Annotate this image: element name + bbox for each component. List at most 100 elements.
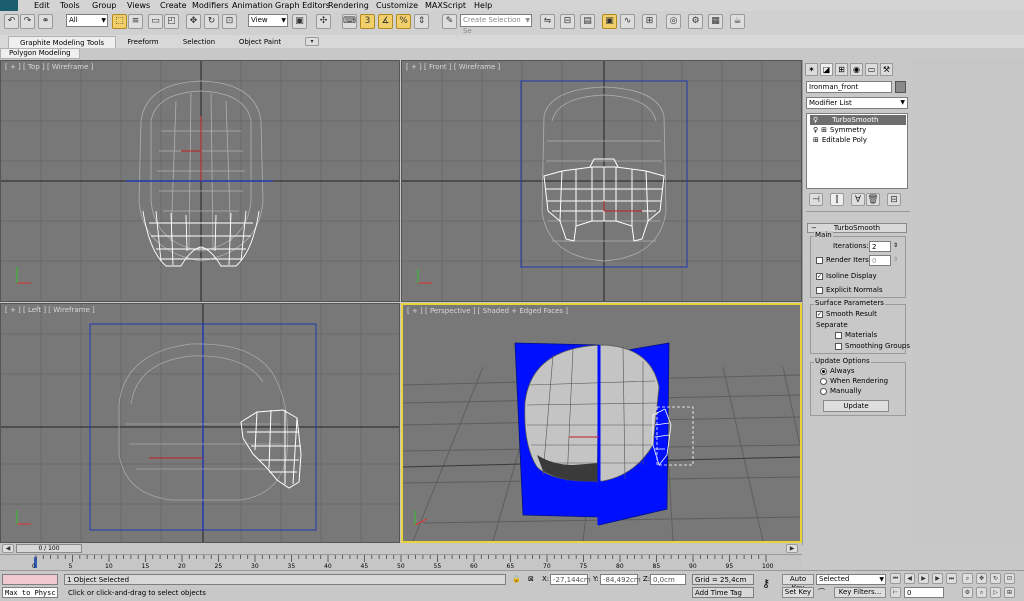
- viewport-top[interactable]: [ + ] [ Top ] [ Wireframe ]: [0, 60, 400, 302]
- render-icon[interactable]: ☕: [730, 14, 745, 29]
- maxscript-listener-input[interactable]: Max to Physc: [2, 587, 58, 598]
- menu-tools[interactable]: Tools: [60, 0, 80, 11]
- maximize-viewport-icon[interactable]: ⊡: [1004, 573, 1015, 584]
- x-coordinate-field[interactable]: -27,144cm: [550, 574, 591, 585]
- menu-modifiers[interactable]: Modifiers: [192, 0, 229, 11]
- lightbulb-icon[interactable]: ♀: [813, 116, 818, 124]
- rendered-frame-icon[interactable]: ▦: [708, 14, 723, 29]
- iterations-spinner[interactable]: 2: [869, 241, 891, 252]
- select-by-name-icon[interactable]: ≡: [128, 14, 143, 29]
- stack-item-turbosmooth[interactable]: ♀ TurboSmooth: [810, 115, 906, 125]
- tab-object-paint[interactable]: Object Paint: [232, 36, 288, 48]
- lightbulb-icon[interactable]: ♀: [813, 126, 818, 134]
- menu-views[interactable]: Views: [127, 0, 150, 11]
- key-mode-dropdown[interactable]: Selected ▼: [816, 574, 886, 585]
- utilities-tab-icon[interactable]: ⚒: [880, 63, 893, 76]
- schematic-icon[interactable]: ⊞: [642, 14, 657, 29]
- key-filters-button[interactable]: Key Filters...: [834, 587, 886, 598]
- layers-icon[interactable]: ▤: [580, 14, 595, 29]
- viewport-front[interactable]: [ + ] [ Front ] [ Wireframe ]: [401, 60, 802, 302]
- add-time-tag-button[interactable]: Add Time Tag: [692, 587, 754, 598]
- ribbon-options-icon[interactable]: ▾: [305, 37, 319, 46]
- isoline-display-checkbox[interactable]: ✓: [816, 273, 823, 280]
- expand-icon[interactable]: ⊞: [813, 136, 819, 144]
- go-to-end-icon[interactable]: ⏭: [946, 573, 957, 584]
- spinner-arrows-icon[interactable]: ⇕: [893, 255, 898, 264]
- create-tab-icon[interactable]: ✶: [805, 63, 818, 76]
- undo-icon[interactable]: ↶: [4, 14, 19, 29]
- orbit-icon[interactable]: ↻: [990, 573, 1001, 584]
- viewport-label-front[interactable]: [ + ] [ Front ] [ Wireframe ]: [406, 63, 500, 71]
- pan-icon[interactable]: ✥: [976, 573, 987, 584]
- curve-editor-icon[interactable]: ∿: [620, 14, 635, 29]
- update-manually-radio[interactable]: [820, 388, 827, 395]
- pin-stack-icon[interactable]: ⊣: [809, 193, 823, 206]
- keyboard-shortcut-icon[interactable]: ⌨: [342, 14, 357, 29]
- materials-checkbox[interactable]: [835, 332, 842, 339]
- window-crossing-icon[interactable]: ◰: [164, 14, 179, 29]
- set-key-button[interactable]: Set Key: [782, 587, 814, 598]
- spinner-arrows-icon[interactable]: ⇕: [893, 241, 898, 250]
- render-iters-checkbox[interactable]: [816, 257, 823, 264]
- display-tab-icon[interactable]: ▭: [865, 63, 878, 76]
- time-slider-thumb[interactable]: 0 / 100: [16, 544, 82, 553]
- object-color-swatch[interactable]: [895, 81, 906, 93]
- next-frame-icon[interactable]: ▶: [786, 544, 798, 553]
- viewport-label-perspective[interactable]: [ + ] [ Perspective ] [ Shaded + Edged F…: [407, 307, 568, 315]
- menu-rendering[interactable]: Rendering: [328, 0, 369, 11]
- tab-freeform[interactable]: Freeform: [118, 36, 168, 48]
- menu-help[interactable]: Help: [474, 0, 492, 11]
- y-coordinate-field[interactable]: -84,492cm: [600, 574, 641, 585]
- maxscript-listener-pink[interactable]: [2, 574, 58, 585]
- move-icon[interactable]: ✥: [186, 14, 201, 29]
- default-tangent-icon[interactable]: ⌒: [818, 588, 825, 597]
- modify-tab-icon[interactable]: ◪: [820, 63, 833, 76]
- stack-item-symmetry[interactable]: ♀ ⊞ Symmetry: [810, 125, 906, 135]
- absolute-mode-icon[interactable]: ⊠: [528, 575, 534, 584]
- expand-icon[interactable]: ⊞: [821, 126, 827, 134]
- prev-frame-icon[interactable]: ◀: [2, 544, 14, 553]
- material-editor-icon[interactable]: ◎: [666, 14, 681, 29]
- scale-icon[interactable]: ⊡: [222, 14, 237, 29]
- stack-item-editable-poly[interactable]: ⊞ Editable Poly: [810, 135, 906, 145]
- previous-key-icon[interactable]: ◀: [904, 573, 915, 584]
- next-key-icon[interactable]: ▶: [932, 573, 943, 584]
- motion-tab-icon[interactable]: ◉: [850, 63, 863, 76]
- app-logo-icon[interactable]: [0, 0, 18, 11]
- selection-filter-dropdown[interactable]: All ▼: [66, 14, 108, 27]
- menu-customize[interactable]: Customize: [376, 0, 418, 11]
- smoothing-groups-checkbox[interactable]: [835, 343, 842, 350]
- play-icon[interactable]: ▶: [918, 573, 929, 584]
- configure-modifier-sets-icon[interactable]: ⊟: [887, 193, 901, 206]
- named-selection-input[interactable]: Create Selection Se ▼: [460, 14, 532, 35]
- object-name-field[interactable]: Ironman_front: [806, 81, 892, 93]
- mirror-icon[interactable]: ⇋: [540, 14, 555, 29]
- spinner-snap-icon[interactable]: ⇕: [414, 14, 429, 29]
- explicit-normals-checkbox[interactable]: [816, 287, 823, 294]
- current-frame-field[interactable]: 0: [904, 587, 944, 598]
- go-to-start-icon[interactable]: ⏮: [890, 573, 901, 584]
- menu-group[interactable]: Group: [92, 0, 116, 11]
- update-button[interactable]: Update: [823, 400, 889, 412]
- graphite-icon[interactable]: ▣: [602, 14, 617, 29]
- update-always-radio[interactable]: [820, 368, 827, 375]
- zoom-all-icon[interactable]: ⌕: [976, 587, 987, 598]
- modifier-list-dropdown[interactable]: Modifier List ▼: [806, 97, 908, 109]
- align-icon[interactable]: ⊟: [560, 14, 575, 29]
- remove-modifier-icon[interactable]: 🗑: [866, 193, 880, 206]
- redo-icon[interactable]: ↷: [20, 14, 35, 29]
- z-coordinate-field[interactable]: 0,0cm: [650, 574, 686, 585]
- hierarchy-tab-icon[interactable]: ⊞: [835, 63, 848, 76]
- percent-snap-icon[interactable]: %: [396, 14, 411, 29]
- angle-snap-icon[interactable]: ∡: [378, 14, 393, 29]
- ribbon-panel-polygon-modeling[interactable]: Polygon Modeling: [0, 48, 80, 59]
- tab-selection[interactable]: Selection: [172, 36, 226, 48]
- key-mode-toggle-icon[interactable]: ⊢: [890, 587, 901, 598]
- zoom-icon[interactable]: ⌕: [962, 573, 973, 584]
- tab-graphite-modeling-tools[interactable]: Graphite Modeling Tools: [8, 36, 116, 48]
- render-iters-spinner[interactable]: 0: [869, 255, 891, 266]
- field-of-view-icon[interactable]: ▷: [990, 587, 1001, 598]
- link-icon[interactable]: ⚭: [38, 14, 53, 29]
- snap-icon[interactable]: 3: [360, 14, 375, 29]
- rotate-icon[interactable]: ↻: [204, 14, 219, 29]
